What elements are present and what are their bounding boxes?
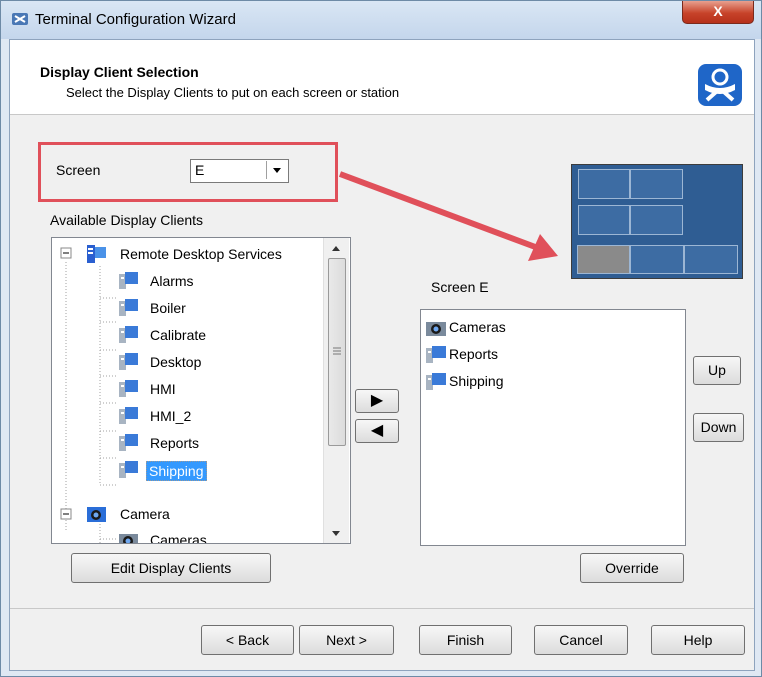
tree-item-label: Camera — [120, 506, 170, 522]
display-client-icon — [119, 272, 138, 289]
layout-cell — [630, 205, 683, 235]
scroll-up-icon[interactable] — [331, 244, 341, 252]
footer-divider — [10, 608, 754, 609]
layout-cell — [630, 245, 684, 274]
tree-item-label: Calibrate — [150, 327, 207, 343]
tree-item-label: Cameras — [150, 532, 207, 544]
layout-cell-selected — [577, 245, 630, 274]
override-button[interactable]: Override — [580, 553, 684, 583]
arrow-left-icon: ◀ — [370, 422, 384, 439]
layout-cell — [578, 169, 630, 199]
layout-cell — [630, 169, 683, 199]
wizard-window: Terminal Configuration Wizard X Display … — [0, 0, 762, 677]
screen-list-label: Screen E — [431, 279, 489, 295]
thinmanager-logo-icon — [698, 64, 742, 106]
remove-from-screen-button[interactable]: ◀ — [355, 419, 399, 443]
arrow-right-icon: ▶ — [370, 392, 384, 409]
layout-cell — [684, 169, 738, 241]
scrollbar-thumb[interactable] — [328, 258, 346, 446]
wizard-header: Display Client Selection Select the Disp… — [10, 40, 754, 115]
grip-icon — [333, 347, 341, 355]
title-bar: Terminal Configuration Wizard X — [1, 1, 761, 39]
rds-icon — [87, 245, 106, 263]
layout-cell — [684, 245, 738, 274]
camera-icon — [87, 507, 106, 522]
display-client-icon — [426, 373, 446, 390]
scroll-down-icon[interactable] — [331, 530, 341, 538]
camera-icon — [426, 322, 446, 336]
display-client-icon — [119, 407, 138, 424]
display-client-icon — [119, 434, 138, 451]
display-client-icon — [119, 461, 138, 478]
camera-icon — [119, 534, 138, 543]
list-item-label: Shipping — [449, 373, 504, 389]
edit-display-clients-button[interactable]: Edit Display Clients — [71, 553, 271, 583]
finish-button[interactable]: Finish — [419, 625, 512, 655]
tree-item-label: Remote Desktop Services — [120, 246, 282, 262]
screen-layout-preview — [571, 164, 743, 279]
tree-item-label: HMI — [150, 381, 176, 397]
layout-cell — [578, 205, 630, 235]
tree-item-label: Shipping — [146, 461, 207, 481]
display-client-icon — [119, 380, 138, 397]
display-client-icon — [119, 326, 138, 343]
tree-item-label: Boiler — [150, 300, 186, 316]
available-clients-label: Available Display Clients — [50, 212, 204, 228]
display-client-icon — [119, 353, 138, 370]
display-client-icon — [119, 299, 138, 316]
display-client-icon — [426, 346, 446, 363]
next-button[interactable]: Next > — [299, 625, 394, 655]
tree-item-label: Desktop — [150, 354, 202, 370]
app-icon — [12, 13, 28, 25]
screen-client-list[interactable]: Cameras Reports Shipping — [420, 309, 686, 546]
list-item-label: Reports — [449, 346, 499, 362]
window-title: Terminal Configuration Wizard — [35, 11, 236, 28]
tree-item-label: Reports — [150, 435, 200, 451]
display-client-tree[interactable]: Remote Desktop Services Alarms Boiler Ca… — [51, 237, 351, 544]
up-button[interactable]: Up — [693, 356, 741, 385]
down-button[interactable]: Down — [693, 413, 744, 442]
help-button[interactable]: Help — [651, 625, 745, 655]
page-title: Display Client Selection — [40, 64, 199, 80]
annotation-arrow — [338, 171, 558, 261]
page-subtitle: Select the Display Clients to put on eac… — [66, 85, 400, 100]
screen-highlight-box — [38, 142, 338, 202]
cancel-button[interactable]: Cancel — [534, 625, 628, 655]
add-to-screen-button[interactable]: ▶ — [355, 389, 399, 413]
tree-scrollbar[interactable] — [323, 238, 349, 543]
close-button[interactable]: X — [682, 1, 754, 24]
list-item-label: Cameras — [449, 319, 506, 335]
tree-item-label: HMI_2 — [150, 408, 192, 424]
wizard-body: Display Client Selection Select the Disp… — [9, 39, 755, 671]
tree-item-label: Alarms — [150, 273, 194, 289]
back-button[interactable]: < Back — [201, 625, 294, 655]
